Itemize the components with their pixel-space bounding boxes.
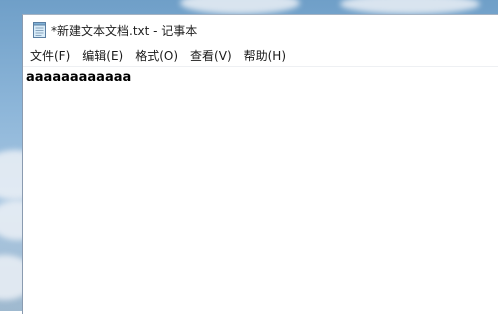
menu-bar: 文件(F) 编辑(E) 格式(O) 查看(V) 帮助(H)	[23, 45, 498, 67]
menu-help[interactable]: 帮助(H)	[238, 46, 292, 66]
menu-file[interactable]: 文件(F)	[23, 46, 76, 66]
notepad-icon	[33, 22, 46, 38]
text-editor-area[interactable]: aaaaaaaaaaaa	[23, 67, 498, 314]
editor-content[interactable]: aaaaaaaaaaaa	[26, 69, 497, 87]
menu-edit[interactable]: 编辑(E)	[76, 46, 129, 66]
window-title: *新建文本文档.txt - 记事本	[51, 23, 198, 38]
menu-view[interactable]: 查看(V)	[184, 46, 238, 66]
menu-format[interactable]: 格式(O)	[129, 46, 184, 66]
notepad-window[interactable]: *新建文本文档.txt - 记事本 文件(F) 编辑(E) 格式(O) 查看(V…	[22, 14, 498, 314]
title-bar[interactable]: *新建文本文档.txt - 记事本	[23, 15, 498, 45]
cloud-shape	[340, 0, 480, 14]
cloud-shape	[180, 0, 300, 14]
